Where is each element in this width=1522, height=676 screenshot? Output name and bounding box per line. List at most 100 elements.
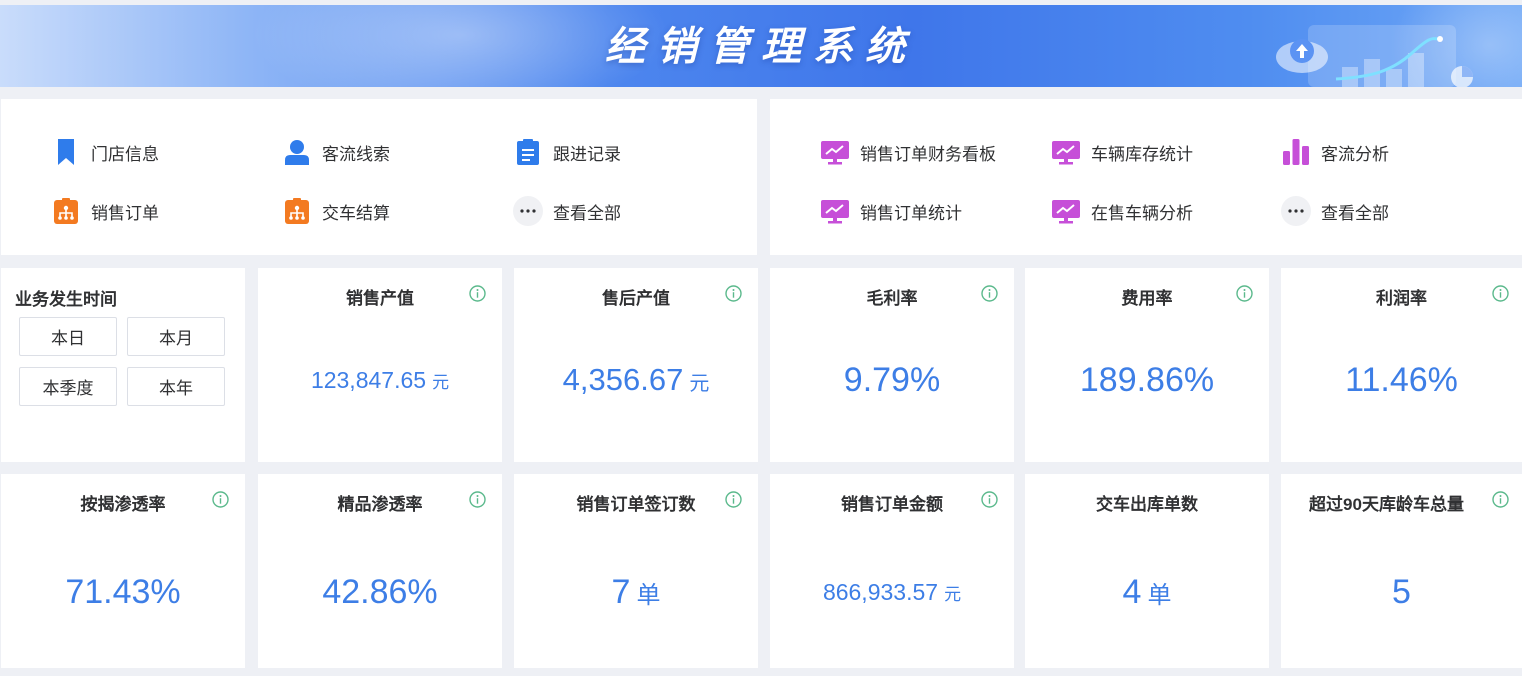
nav-sales-orders[interactable]: 销售订单 xyxy=(51,196,159,226)
metric-number: 5 xyxy=(1392,573,1411,611)
metric-title: 售后产值 xyxy=(602,289,670,308)
info-icon[interactable] xyxy=(1236,285,1253,302)
metric-card-mortgage-penetration: 按揭渗透率 71.43% xyxy=(1,474,245,668)
metric-value: 4,356.67 元 xyxy=(514,362,758,404)
nav-on-sale-vehicle-analysis[interactable]: 在售车辆分析 xyxy=(1051,196,1193,226)
info-icon[interactable] xyxy=(1492,491,1509,508)
nav-label: 车辆库存统计 xyxy=(1091,144,1193,164)
quick-nav-panel-left: 门店信息 客流线索 跟进记录 销售订单 交车结算 查看全部 xyxy=(1,99,757,255)
monitor-chart-icon xyxy=(820,137,850,167)
nav-label: 查看全部 xyxy=(1321,203,1389,223)
metric-value: 42.86% xyxy=(258,574,502,617)
metric-value: 4单 xyxy=(1025,574,1269,617)
metric-card-accessory-penetration: 精品渗透率 42.86% xyxy=(258,474,502,668)
metric-unit: 元 xyxy=(689,373,710,395)
nav-delivery-settlement[interactable]: 交车结算 xyxy=(282,196,390,226)
quick-nav-panel-right: 销售订单财务看板 车辆库存统计 客流分析 销售订单统计 在售车辆分析 查看全部 xyxy=(770,99,1522,255)
metric-card-after-sales-output: 售后产值 4,356.67 元 xyxy=(514,268,758,462)
metric-card-sales-order-amount: 销售订单金额 866,933.57 元 xyxy=(770,474,1014,668)
nav-view-all-left[interactable]: 查看全部 xyxy=(513,196,621,226)
nav-label: 门店信息 xyxy=(91,144,159,164)
metric-card-over-90-days-stock: 超过90天库龄车总量 5 xyxy=(1281,474,1522,668)
monitor-chart-icon xyxy=(1051,137,1081,167)
metric-value: 123,847.65 元 xyxy=(258,362,502,402)
org-chart-icon xyxy=(282,196,312,226)
nav-label: 在售车辆分析 xyxy=(1091,203,1193,223)
nav-view-all-right[interactable]: 查看全部 xyxy=(1281,196,1389,226)
metric-unit: 元 xyxy=(432,373,450,392)
metric-number: 866,933.57 xyxy=(822,579,939,605)
nav-label: 交车结算 xyxy=(322,203,390,223)
metric-number: 123,847.65 xyxy=(310,367,427,393)
metric-number: 189.86% xyxy=(1079,361,1215,399)
metric-value: 11.46% xyxy=(1281,362,1522,405)
info-icon[interactable] xyxy=(725,285,742,302)
filter-this-year-button[interactable]: 本年 xyxy=(127,367,225,406)
metric-card-delivery-out-orders: 交车出库单数 4单 xyxy=(1025,474,1269,668)
metric-value: 7单 xyxy=(514,574,758,617)
more-icon xyxy=(1281,196,1311,226)
metric-number: 4,356.67 xyxy=(562,362,684,397)
clipboard-icon xyxy=(513,137,543,167)
metric-number: 9.79% xyxy=(843,361,941,399)
nav-label: 客流分析 xyxy=(1321,144,1389,164)
bar-chart-icon xyxy=(1281,137,1311,167)
more-icon xyxy=(513,196,543,226)
metric-title: 销售产值 xyxy=(346,289,414,308)
user-icon xyxy=(282,137,312,167)
nav-label: 销售订单财务看板 xyxy=(860,144,996,164)
info-icon[interactable] xyxy=(469,285,486,302)
info-icon[interactable] xyxy=(725,491,742,508)
info-icon[interactable] xyxy=(212,491,229,508)
metric-value: 189.86% xyxy=(1025,362,1269,405)
metric-number: 4 xyxy=(1122,573,1142,611)
info-icon[interactable] xyxy=(981,491,998,508)
metric-card-sales-output: 销售产值 123,847.65 元 xyxy=(258,268,502,462)
monitor-chart-icon xyxy=(820,196,850,226)
filter-today-button[interactable]: 本日 xyxy=(19,317,117,356)
org-chart-icon xyxy=(51,196,81,226)
nav-sales-finance-board[interactable]: 销售订单财务看板 xyxy=(820,137,996,167)
metric-value: 9.79% xyxy=(770,362,1014,405)
nav-sales-order-stats[interactable]: 销售订单统计 xyxy=(820,196,962,226)
info-icon[interactable] xyxy=(1492,285,1509,302)
metric-title: 利润率 xyxy=(1376,289,1427,308)
metric-card-sales-orders-signed: 销售订单签订数 7单 xyxy=(514,474,758,668)
time-filter-title: 业务发生时间 xyxy=(15,290,117,309)
metric-value: 5 xyxy=(1281,574,1522,617)
nav-label: 销售订单 xyxy=(91,203,159,223)
metric-value: 866,933.57 元 xyxy=(770,574,1014,614)
metric-card-profit-rate: 利润率 11.46% xyxy=(1281,268,1522,462)
metric-title: 按揭渗透率 xyxy=(80,495,166,514)
metric-card-expense-rate: 费用率 189.86% xyxy=(1025,268,1269,462)
metric-title: 费用率 xyxy=(1121,289,1173,308)
bookmark-icon xyxy=(51,137,81,167)
metric-value: 71.43% xyxy=(1,574,245,617)
info-icon[interactable] xyxy=(469,491,486,508)
nav-customer-flow-analysis[interactable]: 客流分析 xyxy=(1281,137,1389,167)
metric-title: 销售订单金额 xyxy=(841,495,943,514)
header-banner: 经销管理系统 xyxy=(0,5,1522,87)
metric-title: 交车出库单数 xyxy=(1096,495,1198,514)
metric-number: 11.46% xyxy=(1345,361,1458,399)
metric-number: 7 xyxy=(611,573,631,611)
nav-label: 销售订单统计 xyxy=(860,203,962,223)
metric-unit: 单 xyxy=(636,582,661,609)
metric-number: 71.43% xyxy=(65,573,181,611)
metric-card-gross-margin: 毛利率 9.79% xyxy=(770,268,1014,462)
metric-unit: 元 xyxy=(944,585,962,604)
metric-title: 毛利率 xyxy=(866,289,918,308)
nav-label: 查看全部 xyxy=(553,203,621,223)
nav-label: 客流线索 xyxy=(322,144,390,164)
nav-customer-leads[interactable]: 客流线索 xyxy=(282,137,390,167)
monitor-chart-icon xyxy=(1051,196,1081,226)
filter-this-quarter-button[interactable]: 本季度 xyxy=(19,367,117,406)
filter-this-month-button[interactable]: 本月 xyxy=(127,317,225,356)
time-filter-card: 业务发生时间 本日 本月 本季度 本年 xyxy=(1,268,245,462)
nav-vehicle-inventory-stats[interactable]: 车辆库存统计 xyxy=(1051,137,1193,167)
info-icon[interactable] xyxy=(981,285,998,302)
metric-number: 42.86% xyxy=(322,573,438,611)
nav-label: 跟进记录 xyxy=(553,144,621,164)
nav-store-info[interactable]: 门店信息 xyxy=(51,137,159,167)
nav-follow-up-records[interactable]: 跟进记录 xyxy=(513,137,621,167)
